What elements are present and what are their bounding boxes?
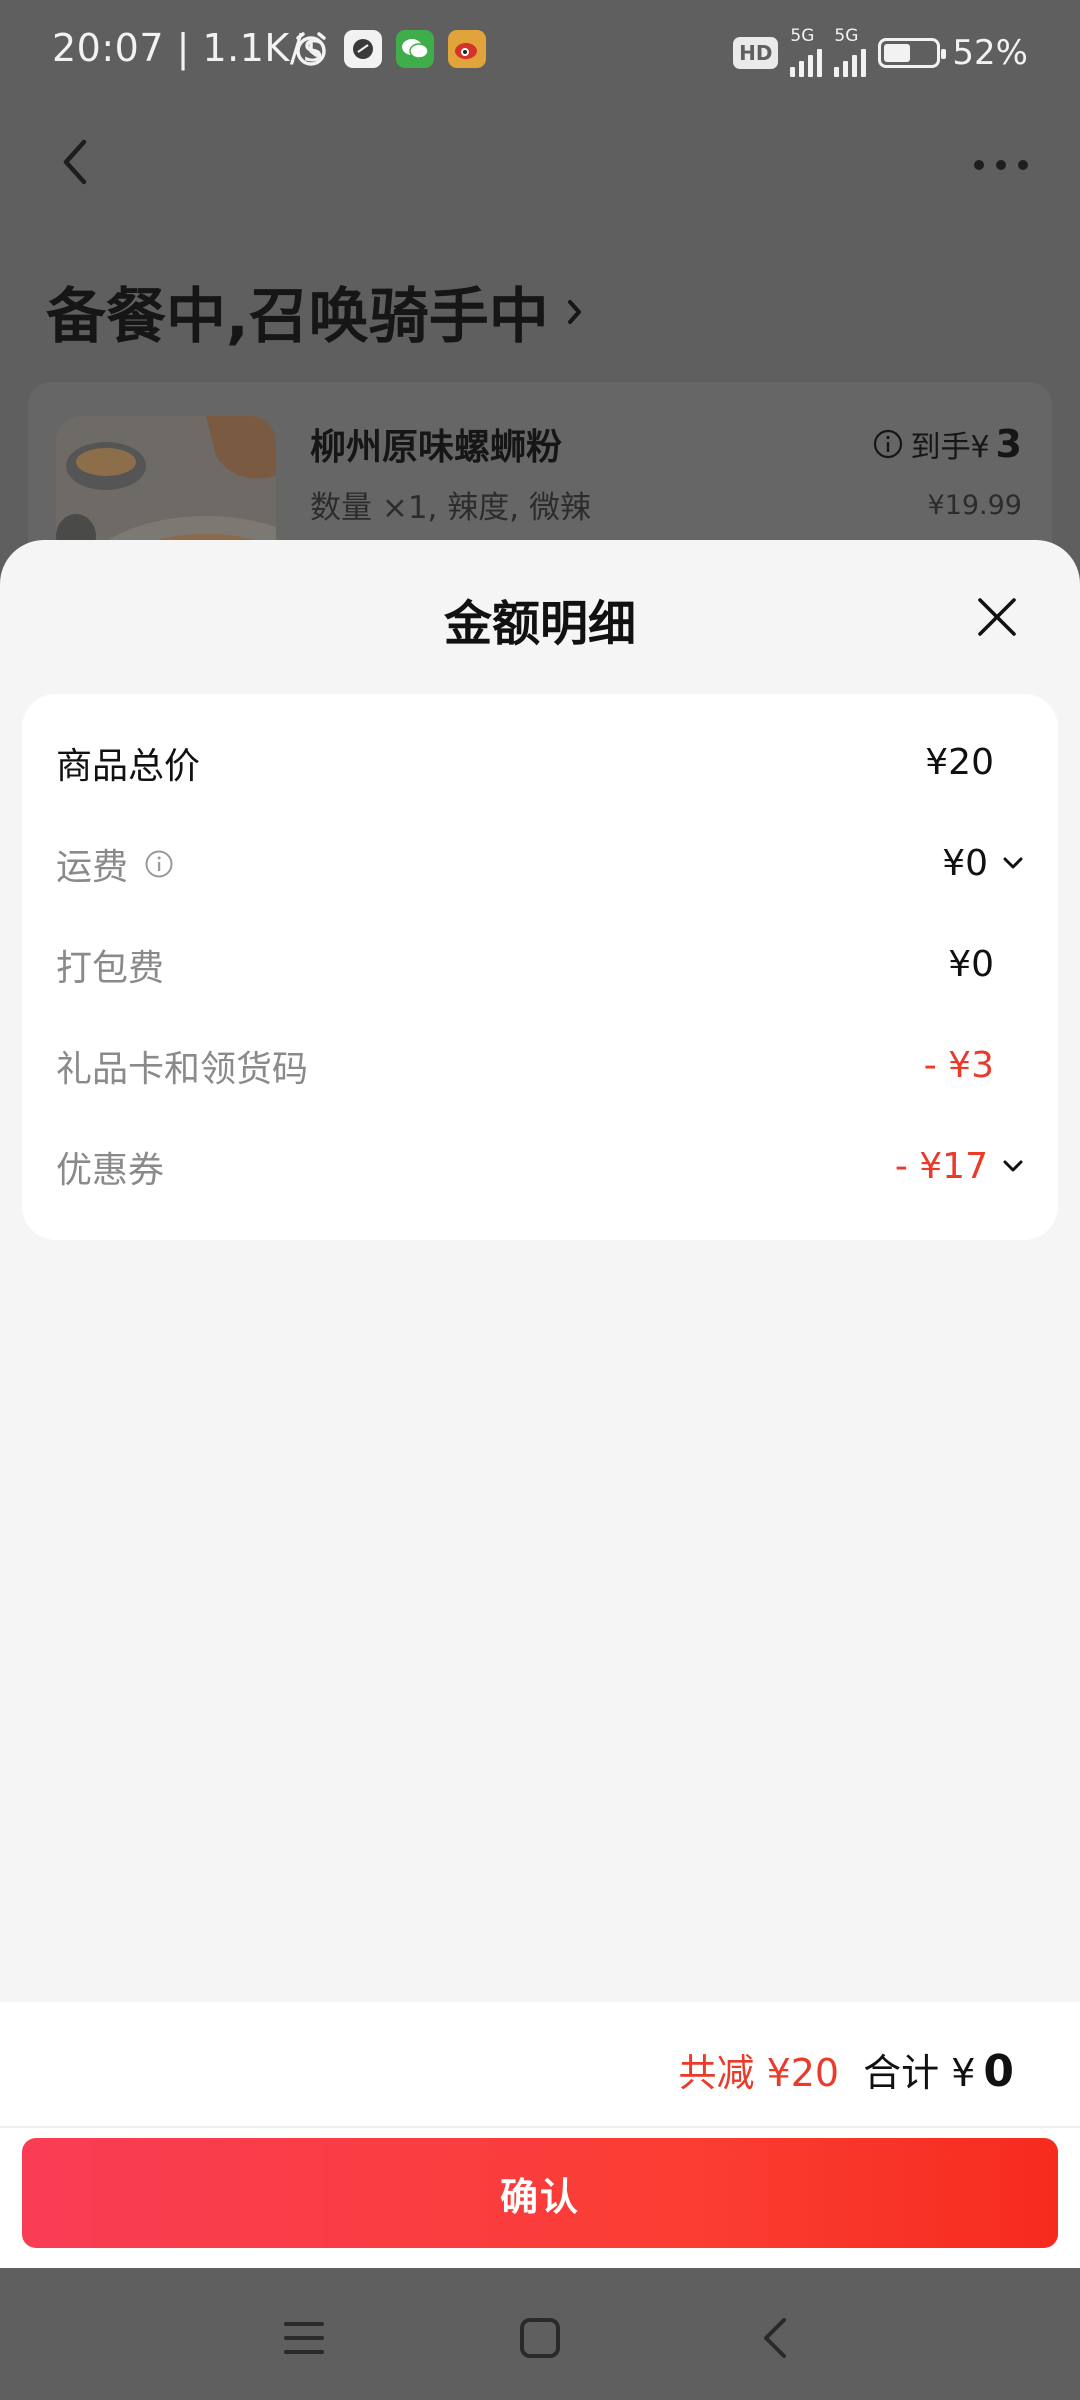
- status-app-icons: [292, 30, 486, 68]
- battery-icon: [878, 37, 947, 68]
- row-amount: ¥0: [948, 944, 994, 985]
- app-icon: [344, 30, 382, 68]
- status-time: 20:07 | 1.1K/s: [52, 26, 324, 70]
- status-bar: 20:07 | 1.1K/s HD 5G 5G 52%: [0, 0, 1080, 104]
- total-saved: 共减 ¥20: [678, 2051, 840, 2095]
- signal-1: 5G: [790, 28, 823, 77]
- row-item-total: 商品总价 ¥20: [22, 712, 1058, 813]
- row-amount: - ¥17: [894, 1146, 988, 1187]
- food-spec: 数量 ×1, 辣度, 微辣: [310, 490, 591, 526]
- row-amount: - ¥3: [923, 1045, 994, 1086]
- back-arrow-icon[interactable]: [58, 136, 94, 188]
- row-label: 打包费: [56, 947, 165, 989]
- total-value: 0: [983, 2046, 1014, 2097]
- order-status-title[interactable]: 备餐中,召唤骑手中: [46, 268, 585, 355]
- row-packing-fee: 打包费 ¥0: [22, 914, 1058, 1015]
- row-coupon[interactable]: 优惠券 - ¥17: [22, 1116, 1058, 1217]
- row-label: 运费: [56, 846, 129, 888]
- info-icon[interactable]: [144, 849, 174, 879]
- total-label: 合计 ¥: [863, 2051, 976, 2095]
- hd-badge: HD: [733, 36, 779, 69]
- row-amount: ¥20: [925, 742, 994, 783]
- chevron-down-icon: [1003, 857, 1023, 869]
- status-indicators: HD 5G 5G 52%: [733, 28, 1028, 77]
- close-icon[interactable]: [974, 594, 1020, 640]
- food-name: 柳州原味螺蛳粉: [310, 427, 563, 468]
- row-label: 礼品卡和领货码: [56, 1048, 309, 1090]
- home-icon[interactable]: [510, 2308, 570, 2368]
- row-gift-card: 礼品卡和领货码 - ¥3: [22, 1015, 1058, 1116]
- summary-line: 共减 ¥20 合计 ¥ 0: [678, 2042, 1014, 2097]
- alarm-icon: [296, 32, 326, 66]
- system-nav-bar: [0, 2268, 1080, 2400]
- row-delivery-fee[interactable]: 运费 ¥0: [22, 813, 1058, 914]
- weibo-icon: [448, 30, 486, 68]
- wechat-icon: [396, 30, 434, 68]
- row-label: 优惠券: [56, 1149, 165, 1191]
- sheet-title: 金额明细: [443, 596, 636, 652]
- info-icon[interactable]: [872, 428, 904, 460]
- back-nav-icon[interactable]: [746, 2308, 806, 2368]
- amount-detail-sheet: 金额明细 商品总价 ¥20 运费 ¥0 打包费 ¥0 礼品卡和领货码 - ¥3 …: [0, 540, 1080, 2268]
- menu-icon[interactable]: [274, 2308, 334, 2368]
- original-price: ¥19.99: [927, 490, 1022, 521]
- signal-2: 5G: [834, 28, 867, 77]
- row-label: 商品总价: [56, 745, 201, 787]
- confirm-button[interactable]: 确认: [22, 2138, 1058, 2248]
- chevron-down-icon: [1003, 1160, 1023, 1172]
- battery-percent: 52%: [952, 32, 1028, 73]
- divider: [0, 2126, 1080, 2128]
- more-dots-icon[interactable]: [974, 160, 1028, 170]
- chevron-right-icon: [567, 299, 581, 324]
- sheet-footer: 共减 ¥20 合计 ¥ 0 确认: [0, 2002, 1080, 2268]
- amount-detail-card: 商品总价 ¥20 运费 ¥0 打包费 ¥0 礼品卡和领货码 - ¥3 优惠券 -…: [22, 694, 1058, 1240]
- row-amount: ¥0: [942, 843, 988, 884]
- food-price: 到手¥ 3: [872, 422, 1022, 466]
